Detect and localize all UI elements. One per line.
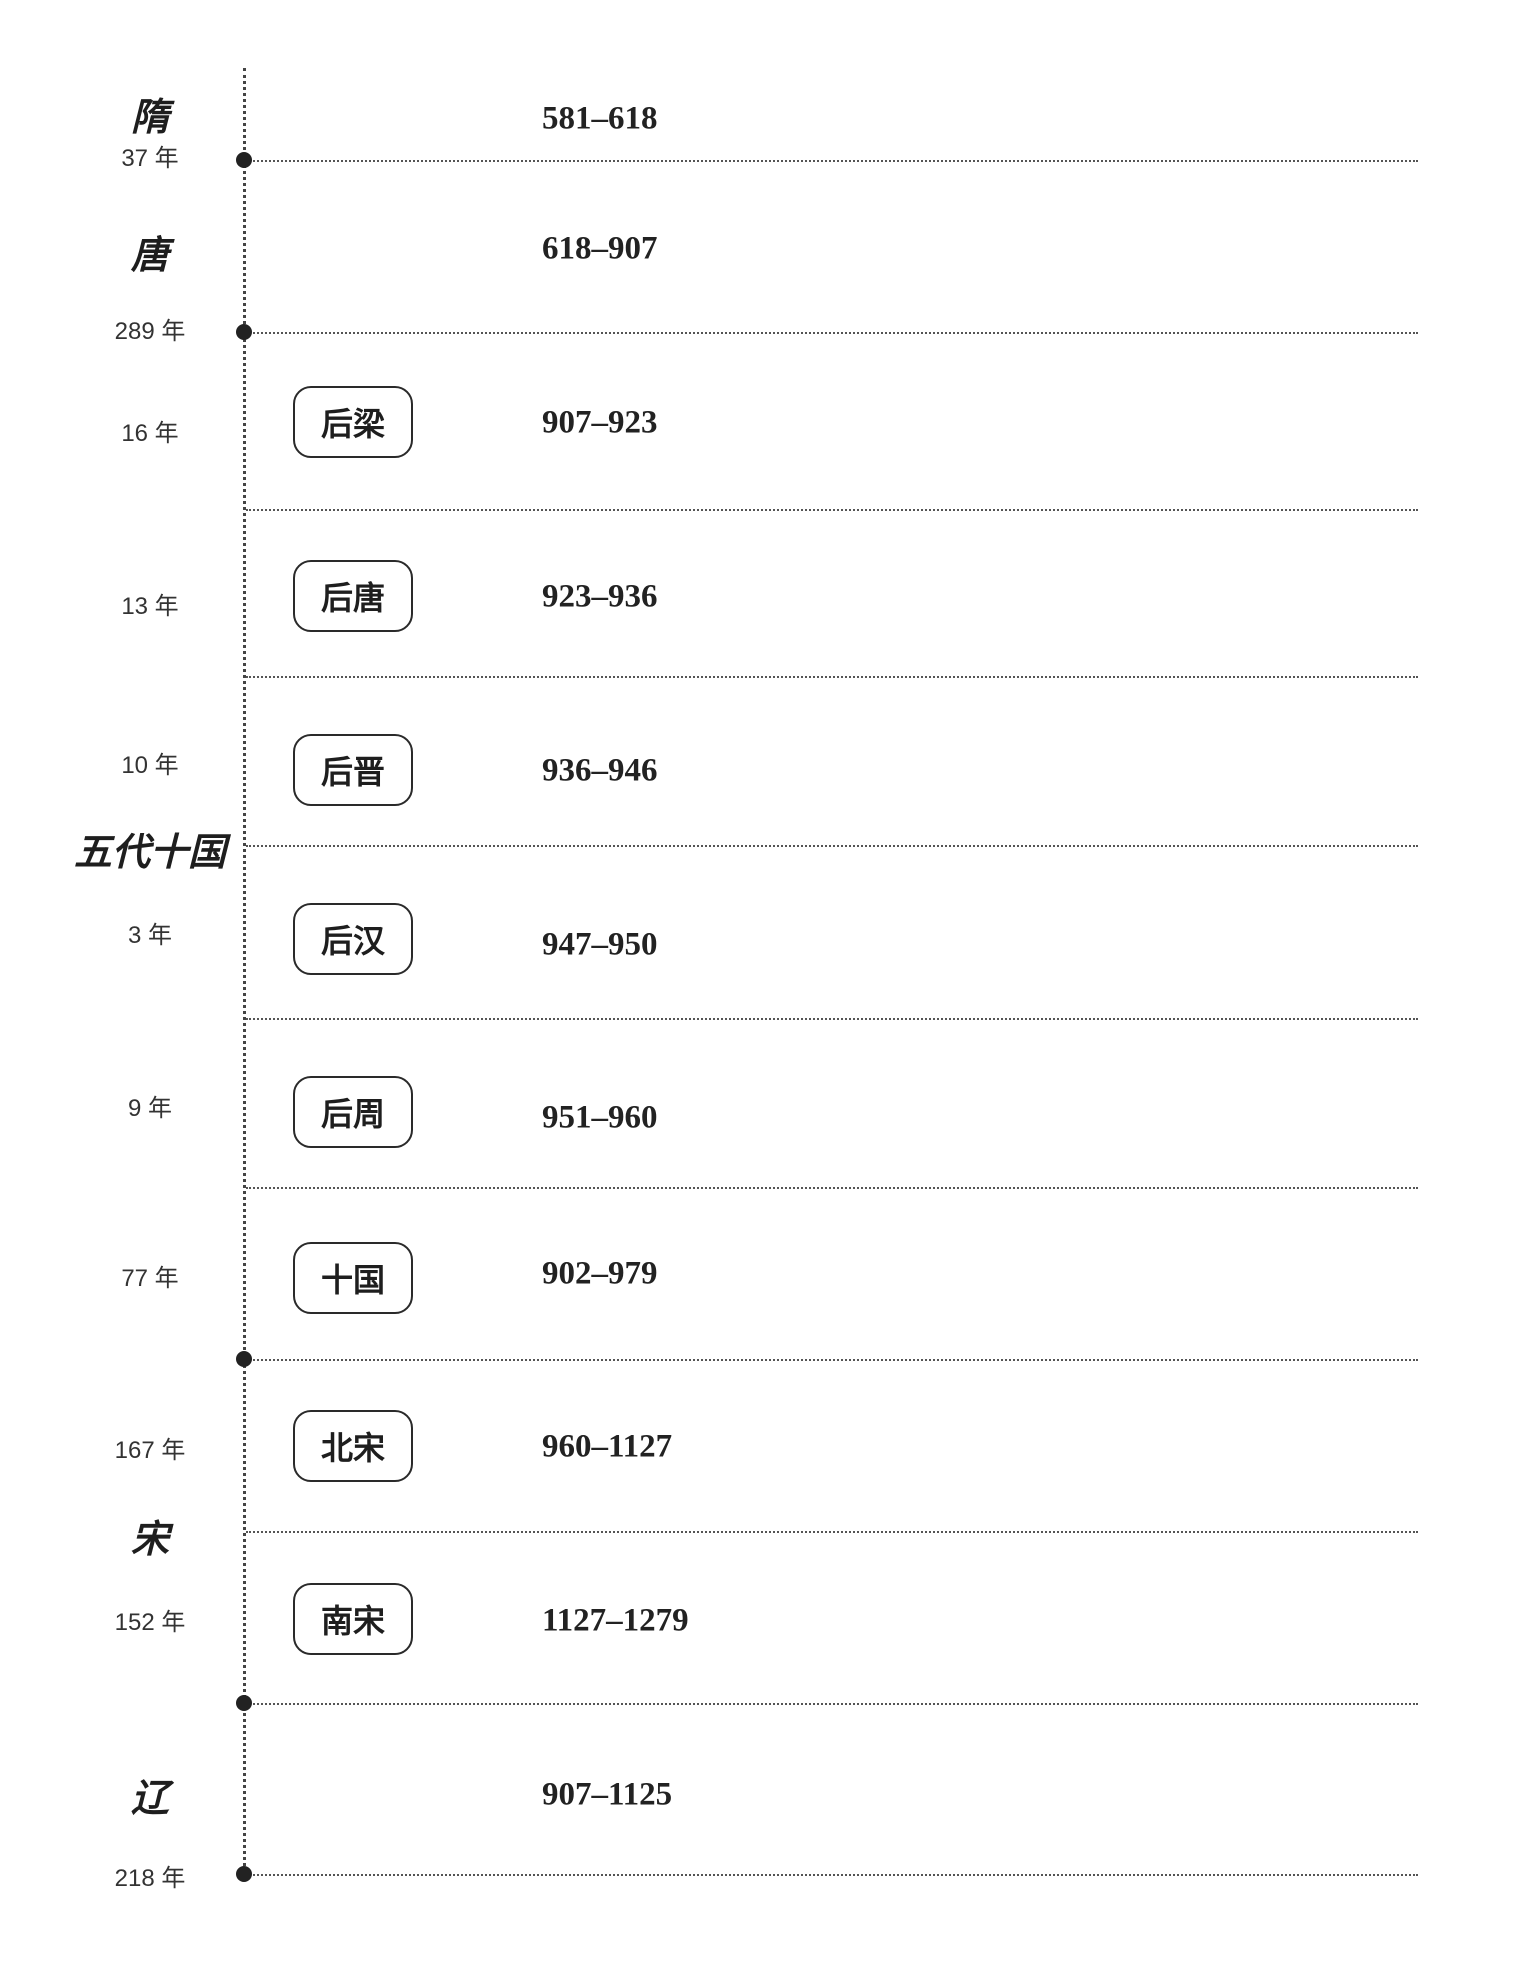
subperiod-houtang: 后唐 xyxy=(293,560,413,632)
years-nansong: 1127–1279 xyxy=(542,1602,689,1639)
years-liao: 907–1125 xyxy=(542,1776,673,1813)
years-beisong: 960–1127 xyxy=(542,1428,673,1465)
dynasty-wudai: 五代十国 xyxy=(73,829,226,874)
duration-houzhou: 9 年 xyxy=(127,1095,172,1122)
divider-line xyxy=(246,1531,1418,1533)
divider-line xyxy=(246,1359,1418,1361)
duration-nansong: 152 年 xyxy=(114,1609,186,1636)
duration-houliang: 16 年 xyxy=(121,420,179,447)
duration-tang: 289 年 xyxy=(114,318,186,345)
duration-houhan: 3 年 xyxy=(127,922,172,949)
divider-line xyxy=(246,1018,1418,1020)
dynasty-song: 宋 xyxy=(130,1516,169,1561)
subperiod-houhan: 后汉 xyxy=(293,903,413,975)
dynasty-liao: 辽 xyxy=(130,1775,169,1820)
divider-line xyxy=(246,845,1418,847)
divider-line xyxy=(246,1187,1418,1189)
years-houjin: 936–946 xyxy=(542,752,658,789)
years-houhan: 947–950 xyxy=(542,926,658,963)
dynasty-tang: 唐 xyxy=(130,232,169,277)
duration-shiguo: 77 年 xyxy=(121,1265,179,1292)
timeline-dot xyxy=(236,1866,252,1882)
duration-houtang: 13 年 xyxy=(121,593,179,620)
duration-sui: 37 年 xyxy=(121,145,179,172)
timeline-dot xyxy=(236,1351,252,1367)
years-houzhou: 951–960 xyxy=(542,1099,658,1136)
timeline-dot xyxy=(236,152,252,168)
years-tang: 618–907 xyxy=(542,230,658,267)
subperiod-houjin: 后晋 xyxy=(293,734,413,806)
timeline-dot xyxy=(236,1695,252,1711)
duration-liao: 218 年 xyxy=(114,1865,186,1892)
subperiod-nansong: 南宋 xyxy=(293,1583,413,1655)
duration-houjin: 10 年 xyxy=(121,752,179,779)
subperiod-houliang: 后梁 xyxy=(293,386,413,458)
years-houliang: 907–923 xyxy=(542,404,658,441)
duration-beisong: 167 年 xyxy=(114,1437,186,1464)
subperiod-shiguo: 十国 xyxy=(293,1242,413,1314)
years-sui: 581–618 xyxy=(542,100,658,137)
years-houtang: 923–936 xyxy=(542,578,658,615)
divider-line xyxy=(246,1874,1418,1876)
subperiod-houzhou: 后周 xyxy=(293,1076,413,1148)
divider-line xyxy=(246,676,1418,678)
dynasty-sui: 隋 xyxy=(130,94,169,139)
divider-line xyxy=(246,332,1418,334)
years-shiguo: 902–979 xyxy=(542,1255,658,1292)
divider-line xyxy=(246,160,1418,162)
divider-line xyxy=(246,1703,1418,1705)
timeline-dot xyxy=(236,324,252,340)
divider-line xyxy=(246,509,1418,511)
subperiod-beisong: 北宋 xyxy=(293,1410,413,1482)
